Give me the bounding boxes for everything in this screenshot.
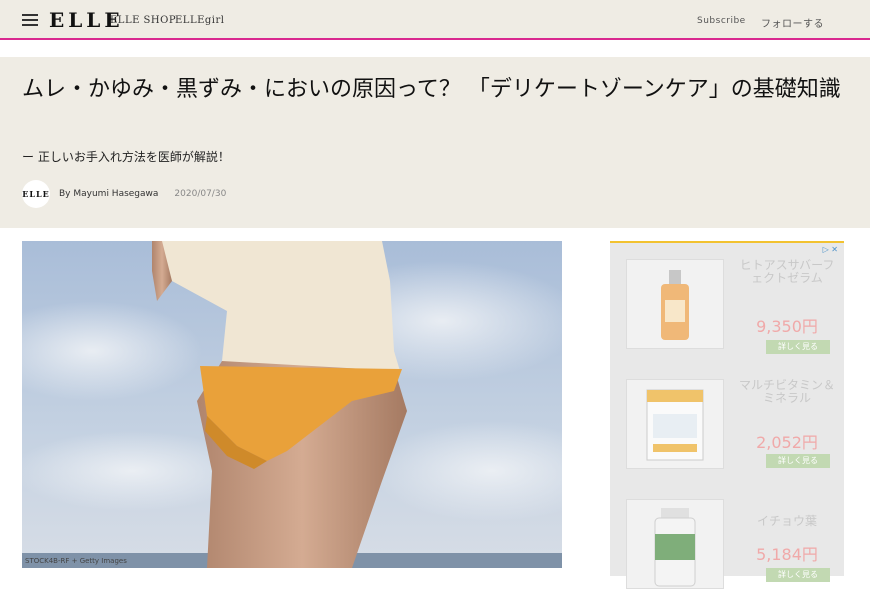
follow-link[interactable]: フォローする: [761, 15, 824, 30]
product-price: 5,184円: [756, 545, 818, 564]
article-subtitle: ー 正しいお手入れ方法を医師が解説！: [22, 150, 230, 164]
product-name[interactable]: ヒトアスサバーフェクトゼラム: [736, 259, 838, 285]
top-navigation: ELLE ELLE SHOP ELLEgirl Subscribe フォローする: [0, 0, 870, 40]
product-price: 2,052円: [756, 433, 818, 452]
nav-link-ellegirl[interactable]: ELLEgirl: [175, 15, 224, 26]
article-title: ムレ・かゆみ・黒ずみ・においの原因って？ 「デリケートゾーンケア」の基礎知識: [22, 77, 841, 102]
product-thumbnail[interactable]: [626, 259, 724, 349]
serum-bottle-image: [661, 270, 689, 340]
details-button[interactable]: 詳しく見る: [766, 568, 830, 582]
vitamin-box-image: [646, 389, 704, 461]
hamburger-menu-icon[interactable]: [22, 14, 38, 26]
hero-image: STOCK4B-RF + Getty Images: [22, 241, 562, 568]
author-byline[interactable]: By Mayumi Hasegawa: [59, 189, 158, 199]
product-name[interactable]: マルチビタミン＆ミネラル: [736, 379, 838, 405]
publish-date: 2020/07/30: [174, 189, 227, 199]
image-credit: STOCK4B-RF + Getty Images: [25, 557, 127, 565]
subscribe-link[interactable]: Subscribe: [697, 16, 746, 26]
details-button[interactable]: 詳しく見る: [766, 454, 830, 468]
product-name[interactable]: イチョウ葉: [736, 515, 838, 528]
details-button[interactable]: 詳しく見る: [766, 340, 830, 354]
hero-photo: [22, 241, 562, 568]
nav-link-elle-shop[interactable]: ELLE SHOP: [110, 15, 176, 26]
ad-item[interactable]: イチョウ葉 5,184円 詳しく見る: [626, 499, 842, 609]
author-row: ELLE By Mayumi Hasegawa 2020/07/30: [22, 180, 226, 208]
supplement-bottle-image: [654, 508, 696, 587]
ad-item[interactable]: マルチビタミン＆ミネラル 2,052円 詳しく見る: [626, 379, 842, 489]
article-header: ムレ・かゆみ・黒ずみ・においの原因って？ 「デリケートゾーンケア」の基礎知識 ー…: [0, 57, 870, 228]
product-thumbnail[interactable]: [626, 379, 724, 469]
advertisement[interactable]: ▷ ✕ ヒトアスサバーフェクトゼラム 9,350円 詳しく見る マルチビタミン＆…: [610, 241, 844, 589]
ad-choices-icon[interactable]: ▷ ✕: [823, 245, 838, 254]
product-price: 9,350円: [756, 317, 818, 336]
author-avatar[interactable]: ELLE: [22, 180, 50, 208]
ad-item[interactable]: ヒトアスサバーフェクトゼラム 9,350円 詳しく見る: [626, 259, 842, 369]
